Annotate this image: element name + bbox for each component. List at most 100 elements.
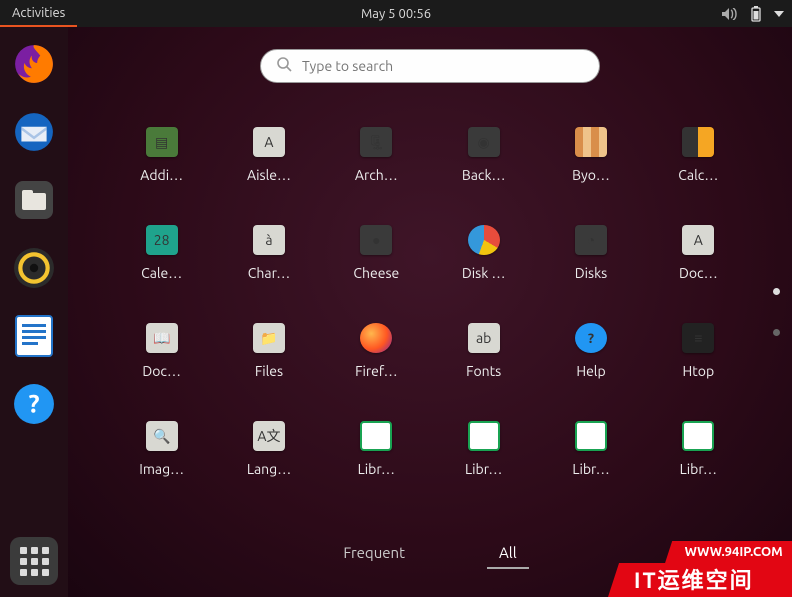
activities-button[interactable]: Activities xyxy=(0,0,77,27)
app-label: Disks xyxy=(575,265,608,281)
app-label: Htop xyxy=(683,363,715,379)
tab-frequent[interactable]: Frequent xyxy=(331,538,417,569)
dock: ? xyxy=(0,27,68,597)
page-dot-1[interactable] xyxy=(773,288,780,295)
watermark-url: WWW.94IP.COM xyxy=(665,541,792,563)
app-label: Arch… xyxy=(355,167,398,183)
app-icon xyxy=(360,323,392,353)
grid-icon xyxy=(20,547,49,576)
app-label: Imag… xyxy=(139,461,184,477)
app-icon xyxy=(575,421,607,451)
app-label: Char… xyxy=(248,265,290,281)
app-icon xyxy=(575,127,607,157)
app-label: Disk … xyxy=(462,265,506,281)
app-icon: 📖 xyxy=(146,323,178,353)
app-label: Libr… xyxy=(358,461,395,477)
app-label: Back… xyxy=(462,167,506,183)
app-icon: A xyxy=(253,127,285,157)
app-label: Cale… xyxy=(141,265,182,281)
app-help-16[interactable]: ? Help xyxy=(537,323,644,379)
page-indicator[interactable] xyxy=(773,288,780,336)
battery-icon[interactable] xyxy=(750,6,762,22)
app-icon: à xyxy=(253,225,285,255)
app-icon: ? xyxy=(575,323,607,353)
search-box[interactable] xyxy=(260,49,600,83)
app-libr-22[interactable]: Libr… xyxy=(537,421,644,477)
clock[interactable]: May 5 00:56 xyxy=(361,7,431,21)
app-doc-11[interactable]: ADoc… xyxy=(645,225,752,281)
app-label: Lang… xyxy=(247,461,291,477)
app-label: Libr… xyxy=(465,461,502,477)
app-icon: ● xyxy=(360,225,392,255)
app-icon xyxy=(468,225,500,255)
dock-help[interactable]: ? xyxy=(11,381,57,427)
tab-all[interactable]: All xyxy=(487,538,529,569)
app-label: Doc… xyxy=(142,363,181,379)
app-libr-20[interactable]: Libr… xyxy=(323,421,430,477)
app-fonts-15[interactable]: ab Fonts xyxy=(430,323,537,379)
app-files-13[interactable]: 📁 Files xyxy=(215,323,322,379)
app-cale-6[interactable]: 28 Cale… xyxy=(108,225,215,281)
app-label: Help xyxy=(576,363,605,379)
app-label: Calc… xyxy=(678,167,718,183)
app-icon: ◉ xyxy=(468,127,500,157)
top-bar: Activities May 5 00:56 xyxy=(0,0,792,27)
app-label: Aisle… xyxy=(247,167,291,183)
app-grid: ▤ Addi… A Aisle… 🗜 Arch… ◉ Back… Byo… Calc… 28 Cale… xyxy=(108,127,752,477)
applications-overview: ▤ Addi… A Aisle… 🗜 Arch… ◉ Back… Byo… Calc… 28 Cale… xyxy=(68,27,792,597)
app-imag-18[interactable]: 🔍 Imag… xyxy=(108,421,215,477)
app-char-7[interactable]: à Char… xyxy=(215,225,322,281)
app-icon: ▤ xyxy=(146,127,178,157)
app-icon: 🗜 xyxy=(360,127,392,157)
app-icon: A文 xyxy=(253,421,285,451)
app-icon xyxy=(468,421,500,451)
page-dot-2[interactable] xyxy=(773,329,780,336)
app-calc-5[interactable]: Calc… xyxy=(645,127,752,183)
app-icon xyxy=(682,127,714,157)
search-icon xyxy=(277,57,292,76)
app-icon: ◔ xyxy=(575,225,607,255)
app-label: Files xyxy=(255,363,283,379)
app-icon xyxy=(682,421,714,451)
app-label: Cheese xyxy=(353,265,399,281)
app-label: Libr… xyxy=(680,461,717,477)
watermark: WWW.94IP.COM IT运维空间 xyxy=(608,541,792,597)
app-libr-21[interactable]: Libr… xyxy=(430,421,537,477)
app-cheese-8[interactable]: ● Cheese xyxy=(323,225,430,281)
dock-thunderbird[interactable] xyxy=(11,109,57,155)
app-lang-19[interactable]: A文 Lang… xyxy=(215,421,322,477)
app-addi-0[interactable]: ▤ Addi… xyxy=(108,127,215,183)
show-applications-button[interactable] xyxy=(10,537,58,585)
app-label: Libr… xyxy=(572,461,609,477)
app-icon: 28 xyxy=(146,225,178,255)
app-back-3[interactable]: ◉ Back… xyxy=(430,127,537,183)
app-icon xyxy=(360,421,392,451)
app-label: Fonts xyxy=(466,363,501,379)
app-byo-4[interactable]: Byo… xyxy=(537,127,644,183)
app-icon: 📁 xyxy=(253,323,285,353)
app-disk-9[interactable]: Disk … xyxy=(430,225,537,281)
app-htop-17[interactable]: ≡Htop xyxy=(645,323,752,379)
dock-rhythmbox[interactable] xyxy=(11,245,57,291)
app-label: Doc… xyxy=(679,265,718,281)
volume-icon[interactable] xyxy=(722,8,738,20)
app-arch-2[interactable]: 🗜 Arch… xyxy=(323,127,430,183)
app-doc-12[interactable]: 📖 Doc… xyxy=(108,323,215,379)
app-label: Firef… xyxy=(355,363,397,379)
app-icon: ab xyxy=(468,323,500,353)
system-indicators[interactable] xyxy=(722,6,784,22)
dock-firefox[interactable] xyxy=(11,41,57,87)
dock-files[interactable] xyxy=(11,177,57,223)
app-label: Addi… xyxy=(140,167,183,183)
watermark-text: IT运维空间 xyxy=(608,563,792,597)
app-label: Byo… xyxy=(572,167,610,183)
svg-text:?: ? xyxy=(28,389,39,417)
app-icon: 🔍 xyxy=(146,421,178,451)
app-firef-14[interactable]: Firef… xyxy=(323,323,430,379)
app-aisle-1[interactable]: A Aisle… xyxy=(215,127,322,183)
dock-libreoffice-writer[interactable] xyxy=(11,313,57,359)
chevron-down-icon[interactable] xyxy=(774,11,784,17)
app-disks-10[interactable]: ◔ Disks xyxy=(537,225,644,281)
search-input[interactable] xyxy=(302,58,583,74)
app-libr-23[interactable]: Libr… xyxy=(645,421,752,477)
